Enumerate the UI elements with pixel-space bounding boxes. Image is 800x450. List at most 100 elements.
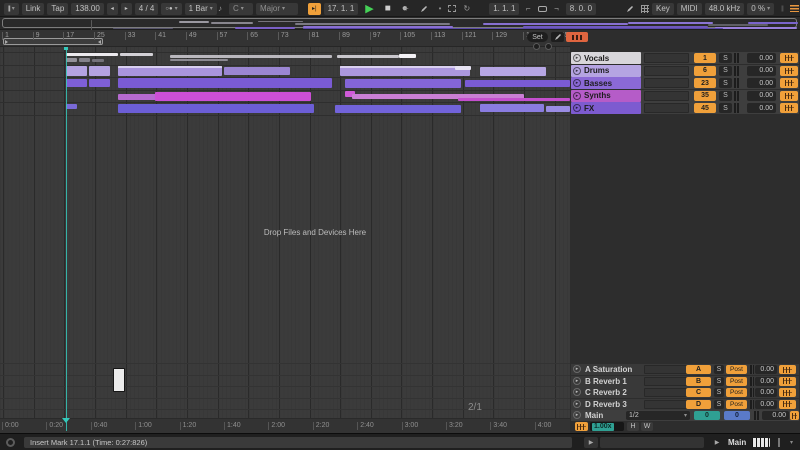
volume-field[interactable]: 0.00 bbox=[747, 66, 776, 76]
clip[interactable] bbox=[92, 59, 104, 62]
cue-output-label[interactable]: Main bbox=[728, 438, 746, 447]
punch-in-button[interactable]: ¬ bbox=[522, 3, 535, 15]
cue-volume-button[interactable]: 0 bbox=[694, 411, 720, 420]
track-color-chip[interactable]: ▸FX bbox=[571, 102, 641, 114]
return-track-row[interactable]: ▸A SaturationASPost0.00 bbox=[571, 364, 799, 375]
loop-region-marker[interactable] bbox=[3, 38, 103, 45]
draw-mode-button[interactable] bbox=[622, 3, 638, 15]
bar-number-label[interactable]: 81 bbox=[309, 32, 320, 40]
track-activator-button[interactable]: 6 bbox=[694, 66, 716, 76]
volume-field[interactable]: 0.00 bbox=[747, 91, 776, 101]
play-button[interactable]: ▶ bbox=[361, 3, 377, 15]
track-color-chip[interactable]: ▸Drums bbox=[571, 65, 641, 77]
solo-button[interactable]: S bbox=[719, 91, 732, 101]
solo-button[interactable]: S bbox=[719, 66, 732, 76]
bar-number-label[interactable]: 1 bbox=[2, 32, 9, 40]
clip[interactable] bbox=[337, 55, 399, 58]
automation-arm-button[interactable] bbox=[416, 3, 432, 15]
insert-marker[interactable] bbox=[64, 47, 68, 50]
main-volume-button[interactable]: 0 bbox=[724, 411, 750, 420]
set-locator-button[interactable]: Set bbox=[527, 32, 548, 42]
view-selector-button[interactable]: |||▾ bbox=[4, 3, 19, 15]
return-activator-button[interactable]: B bbox=[686, 377, 711, 386]
fold-icon[interactable]: ▸ bbox=[573, 67, 581, 75]
clip[interactable] bbox=[458, 98, 570, 101]
clip[interactable] bbox=[66, 104, 77, 109]
info-toggle-icon[interactable] bbox=[6, 438, 15, 447]
time-ruler[interactable]: 0:000:200:401:001:201:402:002:202:403:00… bbox=[0, 418, 570, 433]
return-activator-button[interactable]: A bbox=[686, 365, 711, 374]
re-enable-automation-button[interactable]: • bbox=[435, 3, 446, 15]
bar-number-label[interactable]: 89 bbox=[339, 32, 350, 40]
fold-icon[interactable]: ▸ bbox=[573, 54, 581, 62]
cpu-meter[interactable]: 0 %▾ bbox=[747, 3, 774, 15]
automation-lane-box[interactable] bbox=[644, 365, 689, 374]
clip[interactable] bbox=[155, 92, 311, 101]
bar-number-label[interactable]: 129 bbox=[492, 32, 507, 40]
pre-post-toggle[interactable]: Post bbox=[726, 377, 747, 386]
automation-lane-box[interactable] bbox=[644, 400, 689, 409]
scale-name-menu[interactable]: Major▾ bbox=[256, 3, 298, 15]
overdub-button[interactable]: + bbox=[400, 3, 413, 15]
punch-out-button[interactable]: ¬ bbox=[550, 3, 563, 15]
bar-number-label[interactable]: 57 bbox=[217, 32, 228, 40]
track-activator-button[interactable]: 35 bbox=[694, 91, 716, 101]
bar-number-label[interactable]: 9 bbox=[33, 32, 40, 40]
volume-field[interactable]: 0.00 bbox=[747, 53, 776, 63]
clip[interactable] bbox=[170, 55, 332, 58]
volume-field[interactable]: 0.00 bbox=[747, 103, 776, 113]
track-row[interactable]: ▸FX45S0.00 bbox=[571, 102, 799, 114]
bar-number-label[interactable]: 121 bbox=[462, 32, 477, 40]
fader-mode-button[interactable] bbox=[780, 103, 798, 113]
loop-start-field[interactable]: 1. 1. 1 bbox=[489, 3, 519, 15]
scale-root-menu[interactable]: C▾ bbox=[229, 3, 253, 15]
clip[interactable] bbox=[546, 106, 570, 112]
clip[interactable] bbox=[120, 53, 153, 56]
main-output-select[interactable]: 1/2▾ bbox=[626, 411, 690, 420]
main-volume-field[interactable]: 0.00 bbox=[762, 411, 789, 420]
track-activator-button[interactable]: 23 bbox=[694, 78, 716, 88]
bar-number-label[interactable]: 97 bbox=[370, 32, 381, 40]
return-track-row[interactable]: ▸C Reverb 2CSPost0.00 bbox=[571, 387, 799, 398]
back-to-arrangement-button[interactable] bbox=[566, 32, 588, 42]
track-row[interactable]: ▸Synths 35S 0.00 bbox=[571, 90, 799, 102]
link-button[interactable]: Link bbox=[22, 3, 45, 15]
fader-mode-button[interactable] bbox=[780, 91, 798, 101]
bar-number-label[interactable]: 113 bbox=[431, 32, 445, 40]
pre-post-toggle[interactable]: Post bbox=[726, 365, 747, 374]
return-activator-button[interactable]: D bbox=[686, 400, 711, 409]
chevron-down-icon[interactable]: ▾ bbox=[790, 439, 793, 446]
fader-mode-button[interactable] bbox=[779, 377, 796, 386]
automation-lane-box[interactable] bbox=[644, 388, 689, 397]
preview-play-button[interactable]: ▶ bbox=[584, 437, 598, 448]
clip[interactable] bbox=[66, 66, 87, 76]
time-signature-field[interactable]: 4 / 4 bbox=[135, 3, 159, 15]
solo-button[interactable]: S bbox=[714, 365, 724, 374]
bar-number-label[interactable]: 17 bbox=[63, 32, 74, 40]
track-color-chip[interactable]: ▸Synths bbox=[571, 90, 641, 102]
automation-lane-box[interactable] bbox=[644, 91, 689, 101]
optimize-height-button[interactable]: H bbox=[627, 422, 639, 431]
arrangement-overview[interactable] bbox=[0, 17, 800, 30]
loop-length-field[interactable]: 8. 0. 0 bbox=[566, 3, 596, 15]
clip[interactable] bbox=[66, 79, 87, 87]
follow-button[interactable]: ▸| bbox=[308, 3, 321, 15]
playhead-triangle[interactable] bbox=[62, 418, 70, 423]
tempo-follow-button[interactable] bbox=[575, 422, 588, 431]
tap-tempo-button[interactable]: Tap bbox=[47, 3, 68, 15]
return-lane-clip[interactable] bbox=[113, 368, 125, 392]
clip[interactable] bbox=[118, 94, 156, 100]
bar-number-label[interactable]: 49 bbox=[186, 32, 197, 40]
clip[interactable] bbox=[480, 104, 544, 112]
solo-button[interactable]: S bbox=[719, 78, 732, 88]
clip[interactable] bbox=[89, 66, 110, 76]
automation-lane-box[interactable] bbox=[644, 53, 689, 63]
arrangement-area[interactable]: Drop Files and Devices Here 2/1 bbox=[0, 47, 570, 418]
bar-number-label[interactable]: 33 bbox=[125, 32, 136, 40]
solo-button[interactable]: S bbox=[714, 377, 724, 386]
track-row[interactable]: ▸Basses23S0.00 bbox=[571, 77, 799, 89]
fader-mode-button[interactable] bbox=[780, 53, 798, 63]
fader-mode-button[interactable] bbox=[780, 78, 798, 88]
tempo-field[interactable]: 138.00 bbox=[71, 3, 103, 15]
fader-mode-button[interactable] bbox=[779, 400, 796, 409]
